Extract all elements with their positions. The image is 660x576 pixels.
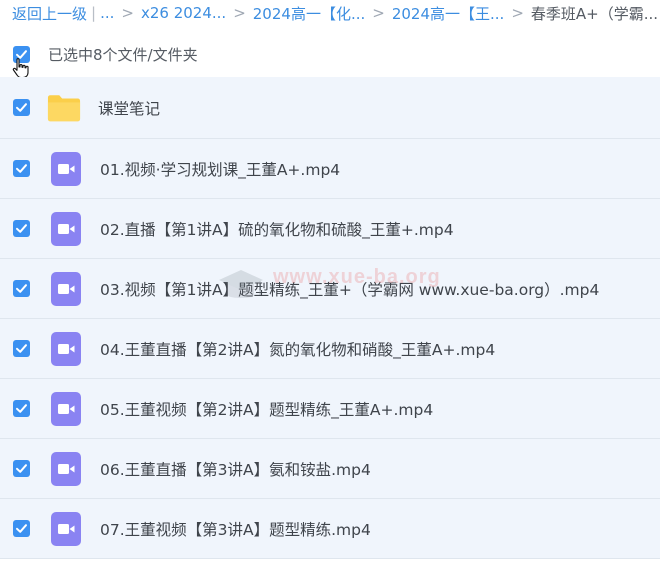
file-row[interactable]: 06.王董直播【第3讲A】氨和铵盐.mp4 <box>0 439 660 499</box>
file-row[interactable]: 07.王董视频【第3讲A】题型精练.mp4 <box>0 499 660 559</box>
chevron-right-icon: > <box>372 4 385 22</box>
check-icon <box>16 464 27 473</box>
file-checkbox[interactable] <box>13 400 30 417</box>
chevron-right-icon: > <box>233 4 246 22</box>
video-file-icon <box>49 331 83 366</box>
file-name[interactable]: 02.直播【第1讲A】硫的氧化物和硫酸_王董+.mp4 <box>100 218 454 240</box>
breadcrumb: 返回上一级 | ... > x26 2024... > 2024高一【化... … <box>0 0 660 26</box>
video-file-icon <box>49 451 83 486</box>
file-checkbox[interactable] <box>13 520 30 537</box>
back-link[interactable]: 返回上一级 <box>12 3 87 24</box>
file-manager: 返回上一级 | ... > x26 2024... > 2024高一【化... … <box>0 0 660 576</box>
video-file-icon <box>49 391 83 426</box>
file-name[interactable]: 04.王董直播【第2讲A】氮的氧化物和硝酸_王董A+.mp4 <box>100 338 495 360</box>
file-checkbox[interactable] <box>13 460 30 477</box>
chevron-right-icon: > <box>511 4 524 22</box>
file-name[interactable]: 06.王董直播【第3讲A】氨和铵盐.mp4 <box>100 458 371 480</box>
video-file-icon <box>49 151 83 186</box>
breadcrumb-item-2[interactable]: 2024高一【化... <box>253 3 365 24</box>
file-row[interactable]: 02.直播【第1讲A】硫的氧化物和硫酸_王董+.mp4 <box>0 199 660 259</box>
file-name[interactable]: 05.王董视频【第2讲A】题型精练_王董A+.mp4 <box>100 398 433 420</box>
file-list: 课堂笔记 01.视频·学习规划课_王董A+.mp4 02.直播【第1讲A】硫的氧化物… <box>0 77 660 559</box>
video-file-icon <box>49 511 83 546</box>
file-name[interactable]: 07.王董视频【第3讲A】题型精练.mp4 <box>100 518 371 540</box>
file-name[interactable]: 01.视频·学习规划课_王董A+.mp4 <box>100 158 340 180</box>
video-file-icon <box>49 271 83 306</box>
check-icon <box>16 284 27 293</box>
file-checkbox[interactable] <box>13 99 30 116</box>
selection-count: 已选中8个文件/文件夹 <box>48 45 198 64</box>
check-icon <box>16 164 27 173</box>
chevron-right-icon: > <box>121 4 134 22</box>
file-row[interactable]: 课堂笔记 <box>0 77 660 139</box>
file-checkbox[interactable] <box>13 280 30 297</box>
selection-bar: 已选中8个文件/文件夹 <box>0 36 660 72</box>
breadcrumb-current: 春季班A+（学霸... <box>530 4 659 23</box>
file-row[interactable]: 01.视频·学习规划课_王董A+.mp4 <box>0 139 660 199</box>
breadcrumb-item-1[interactable]: x26 2024... <box>141 4 226 22</box>
file-row[interactable]: 03.视频【第1讲A】题型精练_王董+（学霸网 www.xue-ba.org）.… <box>0 259 660 319</box>
file-name[interactable]: 03.视频【第1讲A】题型精练_王董+（学霸网 www.xue-ba.org）.… <box>100 278 599 300</box>
breadcrumb-item-3[interactable]: 2024高一【王... <box>392 3 504 24</box>
hand-pointer-icon <box>12 58 29 79</box>
file-name[interactable]: 课堂笔记 <box>98 97 160 119</box>
check-icon <box>16 103 27 112</box>
file-row[interactable]: 05.王董视频【第2讲A】题型精练_王董A+.mp4 <box>0 379 660 439</box>
video-file-icon <box>49 211 83 246</box>
breadcrumb-ellipsis[interactable]: ... <box>100 4 114 22</box>
file-row[interactable]: 04.王董直播【第2讲A】氮的氧化物和硝酸_王董A+.mp4 <box>0 319 660 379</box>
file-checkbox[interactable] <box>13 160 30 177</box>
check-icon <box>16 344 27 353</box>
breadcrumb-divider: | <box>91 4 97 22</box>
check-icon <box>16 404 27 413</box>
file-checkbox[interactable] <box>13 220 30 237</box>
check-icon <box>16 224 27 233</box>
folder-icon <box>47 91 81 125</box>
check-icon <box>16 524 27 533</box>
file-checkbox[interactable] <box>13 340 30 357</box>
